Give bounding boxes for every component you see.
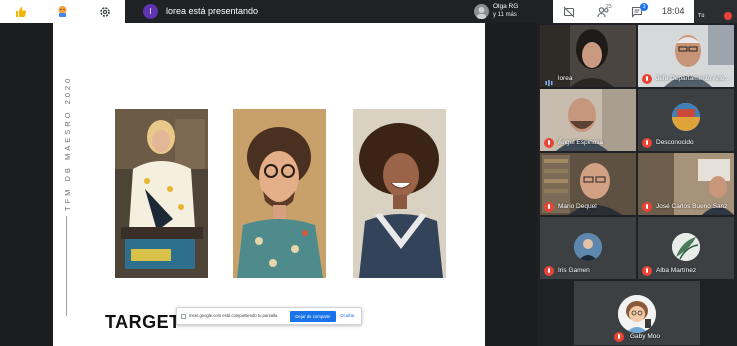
participant-tile[interactable]: Gaby Moo xyxy=(574,281,700,345)
participant-name: lorea xyxy=(558,75,573,82)
top-bar: l lorea está presentando Olga RG y 11 má… xyxy=(0,0,737,23)
presenter-banner: l lorea está presentando xyxy=(125,0,465,23)
participant-grid: lorea Jefe Departamento Arte... Ángel Es… xyxy=(537,23,737,346)
target-photo-woman-blonde xyxy=(115,109,208,278)
mic-off-icon xyxy=(642,74,652,84)
participant-tile[interactable]: Alba Martínez xyxy=(638,217,734,279)
participant-tile[interactable]: Iris Gamen xyxy=(540,217,636,279)
mic-off-icon xyxy=(614,332,624,342)
slide-divider-line xyxy=(66,216,67,316)
participant-tile[interactable]: José Carlos Bueno Sanz xyxy=(638,153,734,215)
participant-name: José Carlos Bueno Sanz xyxy=(656,203,728,210)
slide-vertical-title: TFM DB MAESRO 2020 xyxy=(63,75,72,211)
shared-slide: TFM DB MAESRO 2020 TARGET xyxy=(53,23,485,346)
participant-name: Alba Martínez xyxy=(656,267,697,274)
people-count: 23 xyxy=(606,4,612,10)
thumbs-up-icon[interactable] xyxy=(12,3,29,20)
participants-more: y 11 más xyxy=(493,12,517,18)
participant-name: Desconocido xyxy=(656,139,694,146)
participant-avatar xyxy=(672,233,700,261)
mic-off-icon xyxy=(544,202,554,212)
participant-name: Ángel Espinosa xyxy=(558,139,604,146)
mic-off-icon xyxy=(642,266,652,276)
stop-sharing-button[interactable]: Dejar de compartir xyxy=(290,311,336,322)
participant-avatar xyxy=(618,295,656,333)
share-indicator-icon xyxy=(181,314,186,319)
captions-off-icon[interactable] xyxy=(560,3,577,20)
participants-summary[interactable]: Olga RG y 11 más xyxy=(465,0,553,23)
presenter-avatar: l xyxy=(143,4,158,19)
presenter-status-text: lorea está presentando xyxy=(166,6,259,16)
chat-count-badge: 3 xyxy=(640,3,648,11)
participant-name: Iris Gamen xyxy=(558,267,590,274)
participant-tile[interactable]: Ángel Espinosa xyxy=(540,89,636,151)
screen-share-bar: meet.google.com está compartiendo tu pan… xyxy=(176,307,362,325)
participant-tile[interactable]: Mario Dequel xyxy=(540,153,636,215)
target-photo-man-glasses xyxy=(233,109,326,278)
participant-name: Jefe Departamento Arte... xyxy=(656,75,731,82)
slide-heading: TARGET xyxy=(105,312,181,332)
mic-off-icon xyxy=(544,266,554,276)
participant-thumbnail xyxy=(474,4,489,19)
participant-avatar xyxy=(672,103,700,131)
participant-name: Gaby Moo xyxy=(630,333,660,340)
self-mic-off-icon xyxy=(724,12,732,20)
speaking-indicator-icon xyxy=(545,74,553,86)
raise-hand-icon[interactable] xyxy=(54,3,71,20)
participants-names: Olga RG xyxy=(493,3,519,10)
participant-tile[interactable]: Desconocido xyxy=(638,89,734,151)
participant-tile[interactable]: Jefe Departamento Arte... xyxy=(638,25,734,87)
participant-tile[interactable]: lorea xyxy=(540,25,636,87)
mic-off-icon xyxy=(642,138,652,148)
mic-off-icon xyxy=(642,202,652,212)
participant-name: Mario Dequel xyxy=(558,203,597,210)
mic-off-icon xyxy=(544,138,554,148)
presentation-stage: TFM DB MAESRO 2020 TARGET meet.google.co… xyxy=(0,23,537,346)
clock: 18:04 xyxy=(662,6,685,16)
hide-share-bar-button[interactable]: Ocultar xyxy=(340,313,355,318)
target-photo-woman-afro xyxy=(353,109,446,278)
self-initials: Tú xyxy=(698,13,705,19)
self-preview: Tú xyxy=(694,0,737,23)
settings-gear-icon[interactable] xyxy=(96,3,113,20)
share-message: meet.google.com está compartiendo tu pan… xyxy=(189,313,279,318)
participant-avatar xyxy=(574,233,602,261)
